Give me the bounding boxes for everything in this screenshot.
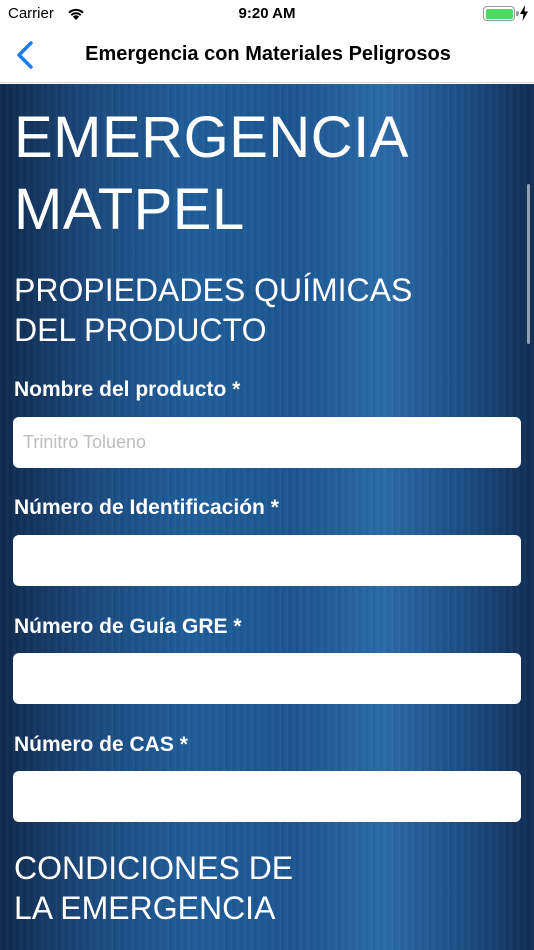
id-number-label: Número de Identificación *: [14, 496, 279, 519]
gre-guide-number-input[interactable]: [13, 653, 521, 704]
page-title-line2: MATPEL: [14, 177, 245, 242]
battery-fill: [485, 8, 513, 19]
clock: 9:20 AM: [238, 5, 296, 22]
section-title-line1: PROPIEDADES QUÍMICAS: [14, 272, 413, 308]
section-title-chemical-properties: PROPIEDADES QUÍMICAS DEL PRODUCTO: [14, 270, 412, 350]
status-bar: Carrier 9:20 AM: [0, 0, 534, 28]
cas-number-label: Número de CAS *: [14, 733, 188, 756]
gre-guide-number-label: Número de Guía GRE *: [14, 615, 242, 638]
page-title: EMERGENCIA MATPEL: [14, 102, 409, 246]
section-title-line2: LA EMERGENCIA: [14, 890, 276, 926]
page-title-line1: EMERGENCIA: [14, 105, 409, 170]
cas-number-input[interactable]: [13, 771, 521, 822]
form-scroll-view[interactable]: EMERGENCIA MATPEL PROPIEDADES QUÍMICAS D…: [0, 84, 534, 950]
section-title-line1: CONDICIONES DE: [14, 850, 294, 886]
section-title-line2: DEL PRODUCTO: [14, 312, 267, 348]
battery-icon: [483, 6, 519, 21]
nav-title: Emergencia con Materiales Peligrosos: [85, 43, 451, 65]
navigation-bar: Emergencia con Materiales Peligrosos: [0, 28, 534, 83]
product-name-input[interactable]: [13, 417, 521, 468]
section-title-emergency-conditions: CONDICIONES DE LA EMERGENCIA: [14, 848, 293, 928]
product-name-label: Nombre del producto *: [14, 378, 241, 401]
scroll-indicator: [527, 184, 530, 344]
id-number-input[interactable]: [13, 535, 521, 586]
charging-bolt-icon: [520, 5, 528, 21]
